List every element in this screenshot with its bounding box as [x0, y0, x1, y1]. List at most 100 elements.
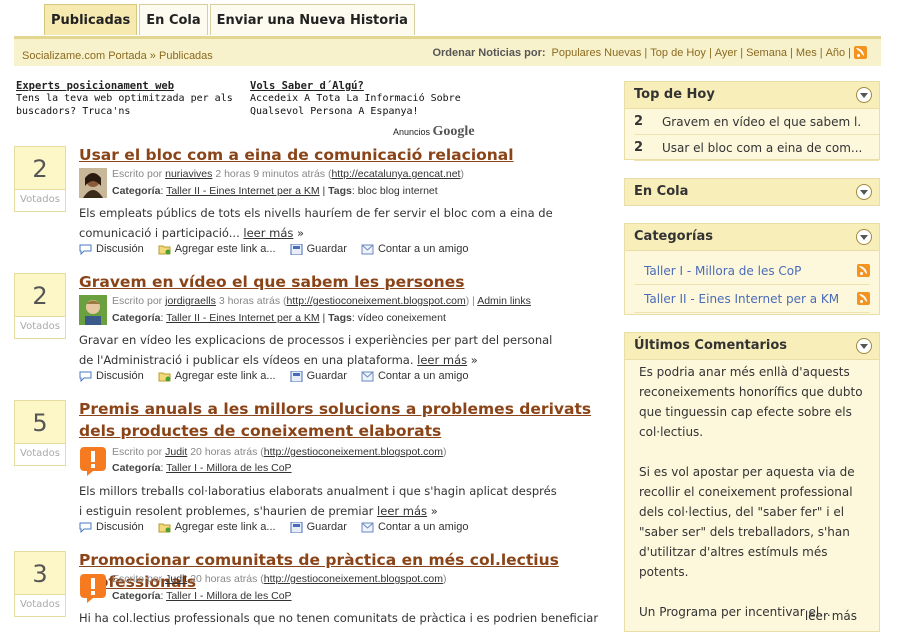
ad-item[interactable]: Experts posicionament web Tens la teva w…: [16, 80, 246, 118]
vote-box[interactable]: 3 Votados: [14, 551, 68, 619]
avatar[interactable]: [79, 168, 107, 198]
tell-friend-link[interactable]: Contar a un amigo: [361, 521, 468, 533]
sort-top-de-hoy[interactable]: Top de Hoy: [650, 47, 706, 59]
alert-avatar-icon[interactable]: [79, 573, 107, 603]
author-link[interactable]: nuriavives: [165, 168, 212, 180]
rss-icon[interactable]: [854, 46, 867, 59]
story-title[interactable]: Gravem en vídeo el que sabem les persone…: [79, 271, 619, 293]
tell-friend-link[interactable]: Contar a un amigo: [361, 370, 468, 382]
category-link[interactable]: Taller I - Millora de les CoP: [166, 590, 291, 602]
vote-box[interactable]: 2 Votados: [14, 146, 68, 214]
read-more-link[interactable]: leer más: [243, 226, 293, 240]
story-category-line: Categoría: Taller I - Millora de les CoP: [112, 590, 292, 602]
sort-divider: |: [819, 46, 823, 59]
ad-title[interactable]: Vols Saber d´Algú?: [250, 80, 480, 92]
category-link[interactable]: Taller II - Eines Internet per a KM: [166, 312, 319, 324]
save-link[interactable]: Guardar: [290, 521, 347, 533]
add-link-label: Agregar este link a...: [174, 243, 276, 255]
panel-header[interactable]: En Cola: [625, 179, 879, 205]
folder-add-icon: [158, 372, 171, 381]
story-byline: Escrito por Judit 20 horas atrás (http:/…: [112, 573, 447, 585]
source-url[interactable]: http://gestioconeixement.blogspot.com: [287, 295, 466, 307]
top-item-title[interactable]: Usar el bloc com a eina de com...: [662, 141, 862, 155]
sort-populares-nuevas[interactable]: Populares Nuevas: [552, 47, 642, 59]
rss-icon[interactable]: [857, 292, 870, 305]
sort-ayer[interactable]: Ayer: [715, 47, 737, 59]
category-link[interactable]: Taller II - Eines Internet per a KM: [166, 185, 319, 197]
add-link-link[interactable]: Agregar este link a...: [158, 243, 276, 255]
tags-list[interactable]: vídeo coneixement: [358, 312, 446, 324]
sort-divider: |: [848, 46, 851, 59]
ad-item[interactable]: Vols Saber d´Algú? Accedeix A Tota La In…: [250, 80, 480, 118]
add-link-link[interactable]: Agregar este link a...: [158, 370, 276, 382]
vote-count[interactable]: 5: [14, 400, 66, 444]
comment-icon: [79, 244, 92, 255]
discussion-link[interactable]: Discusión: [79, 243, 144, 255]
rss-icon[interactable]: [857, 264, 870, 277]
comment-icon: [79, 522, 92, 533]
category-link[interactable]: Taller I - Millora de les CoP: [644, 264, 801, 278]
read-more-link[interactable]: leer más: [417, 353, 467, 367]
category-link[interactable]: Taller I - Millora de les CoP: [166, 462, 291, 474]
source-url[interactable]: http://gestioconeixement.blogspot.com: [264, 446, 443, 458]
vote-count[interactable]: 3: [14, 551, 66, 595]
top-item-title[interactable]: Gravem en vídeo el que sabem l...: [662, 115, 862, 129]
source-url[interactable]: http://gestioconeixement.blogspot.com: [264, 573, 443, 585]
story-title[interactable]: Premis anuals a les millors solucions a …: [79, 398, 619, 442]
ads-by-google[interactable]: Anuncios Google: [393, 124, 475, 140]
tab-enviar-historia[interactable]: Enviar una Nueva Historia: [209, 4, 415, 35]
author-link[interactable]: Judit: [165, 446, 187, 458]
avatar[interactable]: [79, 295, 107, 325]
sort-mes[interactable]: Mes: [796, 47, 817, 59]
category-item[interactable]: Taller II - Eines Internet per a KM: [634, 285, 870, 313]
top-item[interactable]: 2 Gravem en vídeo el que sabem l...: [634, 109, 879, 135]
breadcrumb: Socializame.com Portada » Publicadas: [22, 50, 213, 62]
story-time: 3 horas atrás: [218, 295, 281, 307]
envelope-icon: [361, 522, 374, 532]
category-link[interactable]: Taller II - Eines Internet per a KM: [644, 292, 839, 306]
source-url[interactable]: http://ecatalunya.gencat.net: [331, 168, 460, 180]
discussion-link[interactable]: Discusión: [79, 370, 144, 382]
breadcrumb-home-link[interactable]: Socializame.com Portada: [22, 50, 147, 62]
story-category-line: Categoría: Taller I - Millora de les CoP: [112, 462, 292, 474]
story-title[interactable]: Usar el bloc com a eina de comunicació r…: [79, 144, 619, 166]
panel-header[interactable]: Últimos Comentarios: [625, 333, 879, 360]
read-more-link[interactable]: leer más: [377, 504, 427, 518]
read-more-arrow: »: [297, 226, 305, 240]
save-link[interactable]: Guardar: [290, 243, 347, 255]
vote-box[interactable]: 5 Votados: [14, 400, 68, 468]
breadcrumb-current[interactable]: Publicadas: [159, 50, 213, 62]
top-item[interactable]: 2 Usar el bloc com a eina de com...: [634, 135, 879, 161]
story-category-line: Categoría: Taller II - Eines Internet pe…: [112, 312, 446, 324]
panel-header[interactable]: Categorías: [625, 224, 879, 251]
sort-divider: |: [790, 46, 793, 59]
alert-avatar-icon[interactable]: [79, 446, 107, 476]
panel-title: Top de Hoy: [634, 87, 715, 102]
author-link[interactable]: jordigraells: [165, 295, 216, 307]
discussion-link[interactable]: Discusión: [79, 521, 144, 533]
collapse-toggle-icon[interactable]: [856, 229, 872, 245]
story-body: Gravar en vídeo les explicacions de proc…: [79, 330, 559, 370]
story-title[interactable]: Promocionar comunitats de pràctica en mé…: [79, 549, 619, 593]
sort-ano[interactable]: Año: [826, 47, 846, 59]
tab-en-cola[interactable]: En Cola: [139, 4, 208, 35]
vote-count[interactable]: 2: [14, 146, 66, 190]
comment-read-more-link[interactable]: leer más: [805, 609, 857, 623]
collapse-toggle-icon[interactable]: [856, 87, 872, 103]
category-item[interactable]: Taller I - Millora de les CoP: [634, 257, 870, 285]
collapse-toggle-icon[interactable]: [856, 184, 872, 200]
collapse-toggle-icon[interactable]: [856, 338, 872, 354]
tags-list[interactable]: bloc blog internet: [358, 185, 438, 197]
tell-friend-link[interactable]: Contar a un amigo: [361, 243, 468, 255]
sort-semana[interactable]: Semana: [746, 47, 787, 59]
save-link[interactable]: Guardar: [290, 370, 347, 382]
panel-header[interactable]: Top de Hoy: [625, 82, 879, 109]
vote-count[interactable]: 2: [14, 273, 66, 317]
author-link[interactable]: Judit: [165, 573, 187, 585]
story-category-line: Categoría: Taller II - Eines Internet pe…: [112, 185, 438, 197]
vote-box[interactable]: 2 Votados: [14, 273, 68, 341]
add-link-link[interactable]: Agregar este link a...: [158, 521, 276, 533]
admin-links[interactable]: Admin links: [477, 295, 531, 307]
ad-title[interactable]: Experts posicionament web: [16, 80, 246, 92]
tab-publicadas[interactable]: Publicadas: [44, 4, 138, 35]
